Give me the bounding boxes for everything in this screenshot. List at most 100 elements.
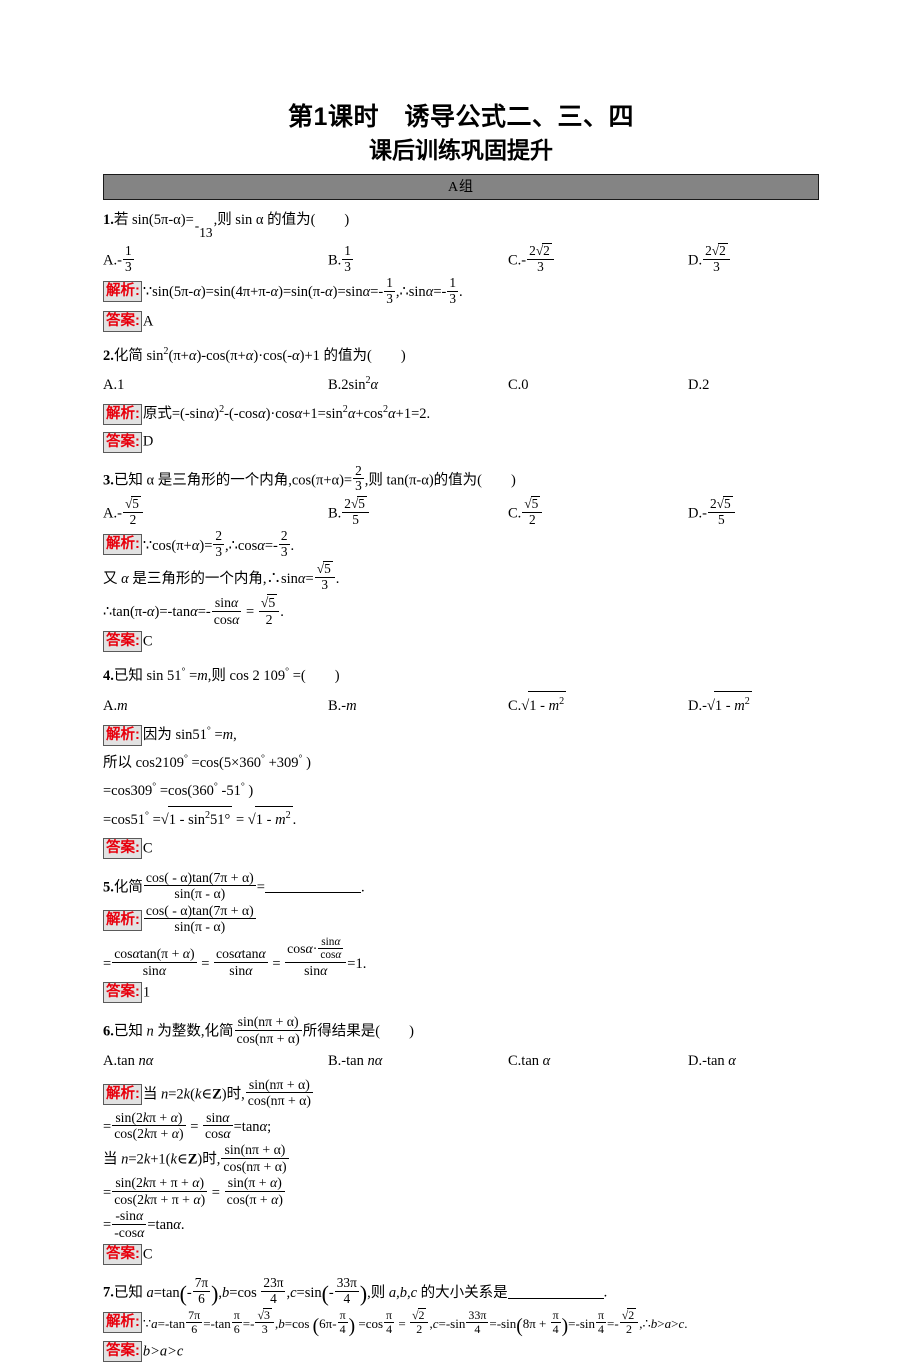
question-6-analysis-1: 解析: 当 n=2k(k∈Z)时, sin(nπ + α) cos(nπ + α)	[103, 1077, 819, 1109]
q3-a-num: √5	[122, 496, 143, 514]
q6-analysis-fraction-2: sin(nπ + α) cos(nπ + α)	[221, 1142, 289, 1174]
q3-c-num: √5	[522, 496, 543, 514]
analysis-tag: 解析:	[103, 1311, 142, 1333]
question-5: 5.化简 cos( - α)tan(7π + α) sin(π - α) =. 解析:…	[103, 868, 819, 1006]
q4-analysis-text-2: 所以 cos2109° =cos(5×360° +309° )	[103, 753, 311, 772]
q6-analysis-text-2: = sin(2kπ + α) cos(2kπ + α) = sinα cosα =tan…	[103, 1109, 272, 1141]
q2-option-a[interactable]: A.1	[103, 372, 328, 400]
question-2-answer: 答案: D	[103, 428, 819, 455]
question-5-answer: 答案: 1	[103, 979, 819, 1006]
q5-answer-text: 1	[142, 984, 151, 1001]
question-3: 3.已知 α 是三角形的一个内角,cos(π+α)= 2 3 ,则 tan(π-α)的…	[103, 462, 819, 656]
q3-analysis-text-3: ∴tan(π-α)=-tanα=- sinα cosα = √5 2.	[103, 594, 284, 627]
question-2-options: A.1 B.2sin2α C.0 D.2	[103, 371, 819, 399]
question-3-analysis-3: ∴tan(π-α)=-tanα=- sinα cosα = √5 2.	[103, 594, 819, 627]
q6-stem-fraction: sin(nπ + α) cos(nπ + α)	[234, 1014, 302, 1046]
q3-analysis-text-1: ∵cos(π+α)= 2 3 ,∴cosα=- 2 3.	[142, 528, 295, 560]
q4-d-radicand: 1 - m2	[713, 691, 752, 720]
analysis-tag: 解析:	[103, 534, 142, 556]
q4-answer-text: C	[142, 840, 153, 857]
q1-option-c[interactable]: C.- 2√2 3	[508, 242, 688, 275]
q1-analysis-text: ∵sin(5π-α)=sin(4π+π-α)=sin(π-α)=sinα=- 1 3…	[142, 274, 463, 306]
answer-tag: 答案:	[103, 837, 142, 859]
analysis-tag: 解析:	[103, 910, 142, 932]
answer-tag: 答案:	[103, 982, 142, 1004]
q5-stem-fraction: cos( - α)tan(7π + α) sin(π - α)	[143, 869, 256, 902]
q6-analysis-fraction-1: sin(nπ + α) cos(nπ + α)	[245, 1076, 313, 1109]
question-4: 4.已知 sin 51° =m,则 cos 2 109° =( ) A.m B.-…	[103, 661, 819, 862]
answer-tag: 答案:	[103, 310, 142, 332]
question-6-analysis-2: = sin(2kπ + α) cos(2kπ + α) = sinα cosα =tan…	[103, 1110, 819, 1142]
q3-option-d[interactable]: D.- 2√5 5	[688, 496, 736, 528]
question-6-options: A.tan nα B.-tan nα C.tan α D.-tan α	[103, 1048, 819, 1076]
q1-option-d[interactable]: D. 2√2 3	[688, 242, 731, 275]
page-content: 第1课时 诱导公式二、三、四 课后训练巩固提升 A组 1.若 sin(5π-α)…	[103, 100, 819, 1365]
worksheet-page: 第1课时 诱导公式二、三、四 课后训练巩固提升 A组 1.若 sin(5π-α)…	[0, 0, 920, 1362]
analysis-tag: 解析:	[103, 280, 142, 302]
q6-answer-text: C	[142, 1246, 153, 1263]
q5-analysis-fraction: cos( - α)tan(7π + α) sin(π - α)	[143, 902, 256, 935]
q4-option-a[interactable]: A.m	[103, 693, 328, 721]
q5-answer-blank[interactable]	[264, 878, 361, 894]
q1-c-num: 2√2	[527, 242, 554, 260]
group-band-a: A组	[103, 174, 819, 200]
question-6-answer: 答案: C	[103, 1241, 819, 1268]
q7-answer-blank[interactable]	[507, 1284, 604, 1299]
question-6: 6.已知 n 为整数,化简 sin(nπ + α) cos(nπ + α) 所得结果是…	[103, 1012, 819, 1268]
page-title: 第1课时 诱导公式二、三、四	[288, 103, 634, 131]
q6-analysis-text-1: 当 n=2k(k∈Z)时,	[142, 1086, 245, 1103]
q3-option-a[interactable]: A.- √5 2	[103, 496, 328, 528]
q4-option-c[interactable]: C.√1 - m2	[508, 691, 688, 720]
question-6-analysis-3: 当 n=2k+1(k∈Z)时, sin(nπ + α) cos(nπ + α)	[103, 1142, 819, 1174]
q4-stem-text: 已知 sin 51° =m,则 cos 2 109° =( )	[113, 666, 340, 684]
analysis-tag: 解析:	[103, 724, 142, 746]
q4-option-d[interactable]: D.-√1 - m2	[688, 691, 752, 720]
question-4-analysis-2: 所以 cos2109° =cos(5×360° +309° )	[103, 750, 819, 777]
q7-stem-text: 已知 a=tan(- 7π 6),b=cos 23π 4 ,c=sin(- 33π 4),则…	[113, 1275, 508, 1307]
question-1-options: A.- 1 3 B. 1 3 C.- 2√2 3 D. 2√2 3	[103, 242, 819, 275]
answer-tag: 答案:	[103, 631, 142, 653]
analysis-tag: 解析:	[103, 1084, 142, 1106]
q4-option-b[interactable]: B.-m	[328, 693, 508, 721]
q2-option-b[interactable]: B.2sin2α	[328, 371, 508, 399]
q4-c-radicand: 1 - m2	[528, 691, 567, 720]
question-3-analysis-2: 又 α 是三角形的一个内角,∴sinα= √5 3.	[103, 561, 819, 593]
q6-analysis-text-4: = sin(2kπ + π + α) cos(2kπ + π + α) = sin(…	[103, 1175, 285, 1207]
page-subtitle: 课后训练巩固提升	[369, 137, 553, 163]
q6-analysis-text-5: = -sinα -cosα =tanα.	[103, 1208, 185, 1240]
q6-option-b[interactable]: B.-tan nα	[328, 1048, 508, 1076]
q2-analysis-text: 原式=(-sinα)2-(-cosα)·cosα+1=sin2α+cos2α+1…	[142, 403, 431, 422]
q1-option-b[interactable]: B. 1 3	[328, 243, 508, 275]
q2-option-d[interactable]: D.2	[688, 372, 709, 400]
question-3-stem: 3.已知 α 是三角形的一个内角,cos(π+α)= 2 3 ,则 tan(π-α)的…	[103, 462, 516, 494]
q3-option-b[interactable]: B. 2√5 5	[328, 496, 508, 528]
q2-option-c[interactable]: C.0	[508, 372, 688, 400]
q6-option-a[interactable]: A.tan nα	[103, 1048, 328, 1076]
question-3-answer: 答案: C	[103, 628, 819, 655]
question-4-analysis-4: =cos51° =√1 - sin251° = √1 - m2.	[103, 805, 819, 834]
answer-tag: 答案:	[103, 431, 142, 453]
question-1: 1.若 sin(5π-α)=-13,则 sin α 的值为( ) A.- 1 3 B.…	[103, 206, 819, 335]
question-6-analysis-5: = -sinα -cosα =tanα.	[103, 1208, 819, 1240]
q3-answer-text: C	[142, 633, 153, 650]
q7-analysis-text: ∵a=-tan 7π 6 =-tan π 6 =- √3 3 ,b=cos (6π-π 4) =co…	[142, 1307, 688, 1337]
q1-stem-fraction: -13	[194, 218, 213, 240]
q6-option-d[interactable]: D.-tan α	[688, 1048, 736, 1076]
question-4-answer: 答案: C	[103, 835, 819, 862]
question-3-analysis-1: 解析: ∵cos(π+α)= 2 3 ,∴cosα=- 2 3.	[103, 529, 819, 560]
question-6-stem: 6.已知 n 为整数,化简 sin(nπ + α) cos(nπ + α) 所得结果是…	[103, 1014, 414, 1046]
question-2-stem: 2.化简 sin2(π+α)-cos(π+α)·cos(-α)+1 的值为( )	[103, 345, 406, 364]
question-7-answer: 答案: b>a>c	[103, 1338, 819, 1365]
question-2: 2.化简 sin2(π+α)-cos(π+α)·cos(-α)+1 的值为( )…	[103, 341, 819, 456]
q1-d-num: 2√2	[703, 242, 730, 260]
q6-option-c[interactable]: C.tan α	[508, 1048, 688, 1076]
question-6-analysis-4: = sin(2kπ + π + α) cos(2kπ + π + α) = sin(…	[103, 1175, 819, 1207]
q2-b-text: 2sin2α	[341, 374, 379, 393]
q3-analysis-text-2: 又 α 是三角形的一个内角,∴sinα= √5 3.	[103, 561, 340, 593]
question-1-answer: 答案: A	[103, 308, 819, 335]
question-5-stem: 5.化简 cos( - α)tan(7π + α) sin(π - α) =.	[103, 869, 365, 902]
question-5-analysis-2: = cosαtan(π + α) sinα = cosαtanα sinα = cos…	[103, 936, 819, 979]
q3-option-c[interactable]: C. √5 2	[508, 496, 688, 528]
q1-option-a[interactable]: A.- 1 3	[103, 243, 328, 275]
question-5-analysis-1: 解析: cos( - α)tan(7π + α) sin(π - α)	[103, 903, 819, 935]
